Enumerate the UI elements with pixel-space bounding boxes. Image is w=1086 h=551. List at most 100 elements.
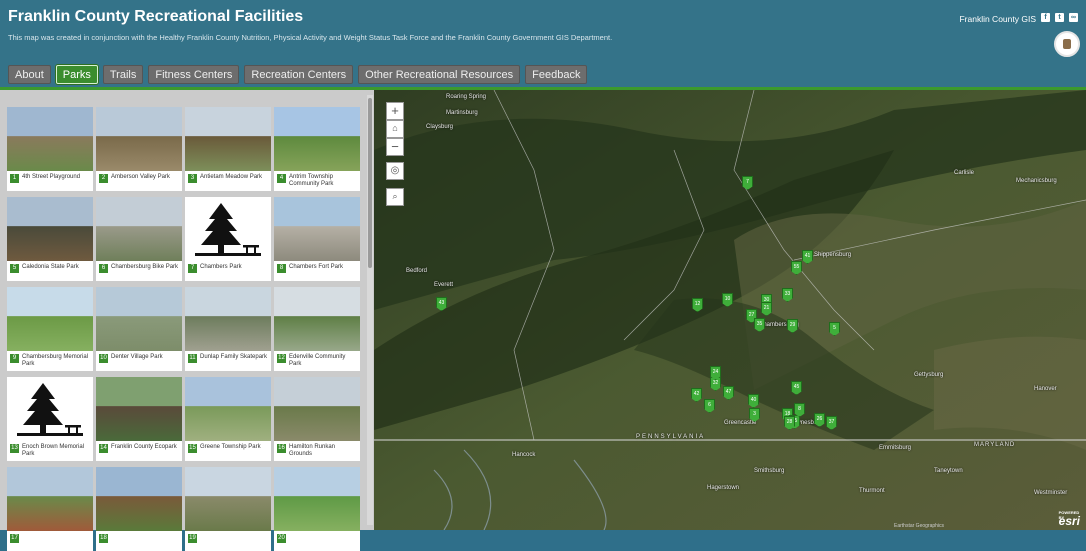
- park-card[interactable]: 2 Amberson Valley Park: [96, 107, 182, 191]
- park-name: Hamilton Runkan Grounds: [289, 444, 336, 457]
- park-card[interactable]: 5 Caledonia State Park: [7, 197, 93, 281]
- park-card[interactable]: 20: [274, 467, 360, 551]
- place-label: Hanover: [1034, 386, 1057, 392]
- page-subtitle: This map was created in conjunction with…: [8, 33, 613, 42]
- tab-feedback[interactable]: Feedback: [525, 65, 588, 84]
- park-photo: [185, 197, 271, 261]
- map-view[interactable]: + ⌂ − ◎ ⌕ Roaring Spring Martinsburg Cla…: [374, 90, 1086, 530]
- park-card[interactable]: 14 Franklin County Ecopark: [96, 377, 182, 461]
- park-caption: 18: [96, 531, 182, 551]
- park-photo: [7, 467, 93, 531]
- county-seal-logo: [1054, 31, 1080, 57]
- park-caption: 10 Denter Village Park: [96, 351, 182, 371]
- park-number-badge: 6: [99, 264, 108, 273]
- tab-parks[interactable]: Parks: [55, 65, 98, 84]
- park-card[interactable]: 12 Edenville Community Park: [274, 287, 360, 371]
- park-card[interactable]: 9 Chambersburg Memorial Park: [7, 287, 93, 371]
- park-photo: [96, 467, 182, 531]
- park-name: Denter Village Park: [111, 354, 163, 360]
- park-caption: 2 Amberson Valley Park: [96, 171, 182, 191]
- sidebar-scrollbar[interactable]: [367, 95, 373, 525]
- park-number-badge: 8: [277, 264, 286, 273]
- park-name: Antrim Township Community Park: [289, 174, 334, 187]
- park-caption: 19: [185, 531, 271, 551]
- park-card[interactable]: 6 Chambersburg Bike Park: [96, 197, 182, 281]
- park-caption: 12 Edenville Community Park: [274, 351, 360, 371]
- park-photo: [274, 107, 360, 171]
- park-card[interactable]: 3 Antietam Meadow Park: [185, 107, 271, 191]
- park-card[interactable]: 8 Chambers Fort Park: [274, 197, 360, 281]
- park-photo: [7, 107, 93, 171]
- park-card[interactable]: 11 Dunlap Family Skatepark: [185, 287, 271, 371]
- park-photo: [274, 377, 360, 441]
- park-name: Dunlap Family Skatepark: [200, 354, 268, 360]
- park-number-badge: 12: [277, 354, 286, 363]
- park-photo: [7, 197, 93, 261]
- park-card[interactable]: 17: [7, 467, 93, 551]
- home-button[interactable]: ⌂: [386, 120, 404, 138]
- park-number-badge: 18: [99, 534, 108, 543]
- search-button[interactable]: ⌕: [386, 188, 404, 206]
- park-name: Franklin County Ecopark: [111, 444, 177, 450]
- park-number-badge: 5: [10, 264, 19, 273]
- park-card[interactable]: 1 4th Street Playground: [7, 107, 93, 191]
- locate-button[interactable]: ◎: [386, 162, 404, 180]
- park-card[interactable]: 10 Denter Village Park: [96, 287, 182, 371]
- park-caption: 3 Antietam Meadow Park: [185, 171, 271, 191]
- park-number-badge: 17: [10, 534, 19, 543]
- park-card[interactable]: 13 Enoch Brown Memorial Park: [7, 377, 93, 461]
- park-tree-icon: [195, 203, 261, 256]
- tab-recreation-centers[interactable]: Recreation Centers: [244, 65, 354, 84]
- park-name: Chambersburg Bike Park: [111, 264, 179, 270]
- esri-logo: POWERED BY esri: [1059, 510, 1080, 528]
- link-icon[interactable]: ∞: [1069, 13, 1078, 22]
- page-title: Franklin County Recreational Facilities: [8, 8, 304, 25]
- park-name: Amberson Valley Park: [111, 174, 170, 180]
- park-card[interactable]: 7 Chambers Park: [185, 197, 271, 281]
- park-number-badge: 19: [188, 534, 197, 543]
- park-card[interactable]: 15 Greene Township Park: [185, 377, 271, 461]
- franklin-county-gis-link[interactable]: Franklin County GIS: [959, 14, 1036, 24]
- park-number-badge: 7: [188, 264, 197, 273]
- tab-about[interactable]: About: [8, 65, 51, 84]
- place-label: Westminster: [1034, 490, 1068, 496]
- zoom-out-button[interactable]: −: [386, 138, 404, 156]
- app-header: Franklin County Recreational Facilities …: [0, 0, 1086, 88]
- park-caption: 7 Chambers Park: [185, 261, 271, 281]
- park-photo: [96, 377, 182, 441]
- esri-powered-by: POWERED BY: [1058, 510, 1080, 520]
- park-name: Chambers Park: [200, 264, 242, 270]
- park-card[interactable]: 18: [96, 467, 182, 551]
- tab-other-recreational-resources[interactable]: Other Recreational Resources: [358, 65, 521, 84]
- park-tree-icon: [17, 383, 83, 436]
- park-photo: [7, 377, 93, 441]
- park-caption: 15 Greene Township Park: [185, 441, 271, 461]
- park-number-badge: 9: [10, 354, 19, 363]
- zoom-in-button[interactable]: +: [386, 102, 404, 120]
- park-card[interactable]: 16 Hamilton Runkan Grounds: [274, 377, 360, 461]
- park-name: Enoch Brown Memorial Park: [22, 444, 85, 457]
- state-border-label: MARYLAND: [974, 442, 1016, 448]
- scrollbar-thumb[interactable]: [368, 98, 372, 268]
- park-number-badge: 1: [10, 174, 19, 183]
- place-label: Claysburg: [426, 124, 454, 130]
- park-card[interactable]: 19: [185, 467, 271, 551]
- park-card[interactable]: 4 Antrim Township Community Park: [274, 107, 360, 191]
- place-label: Hagerstown: [707, 485, 740, 491]
- park-photo: [96, 287, 182, 351]
- facebook-icon[interactable]: f: [1041, 13, 1050, 22]
- place-label: Smithsburg: [754, 468, 785, 474]
- park-caption: 4 Antrim Township Community Park: [274, 171, 360, 191]
- place-label: Thurmont: [859, 488, 885, 494]
- park-caption: 6 Chambersburg Bike Park: [96, 261, 182, 281]
- twitter-icon[interactable]: t: [1055, 13, 1064, 22]
- place-label: Everett: [434, 282, 454, 288]
- park-number-badge: 3: [188, 174, 197, 183]
- satellite-basemap: [374, 90, 1086, 530]
- park-photo: [185, 377, 271, 441]
- park-number-badge: 2: [99, 174, 108, 183]
- tab-trails[interactable]: Trails: [102, 65, 144, 84]
- place-label: Shippensburg: [814, 252, 852, 258]
- tab-fitness-centers[interactable]: Fitness Centers: [148, 65, 240, 84]
- park-number-badge: 16: [277, 444, 286, 453]
